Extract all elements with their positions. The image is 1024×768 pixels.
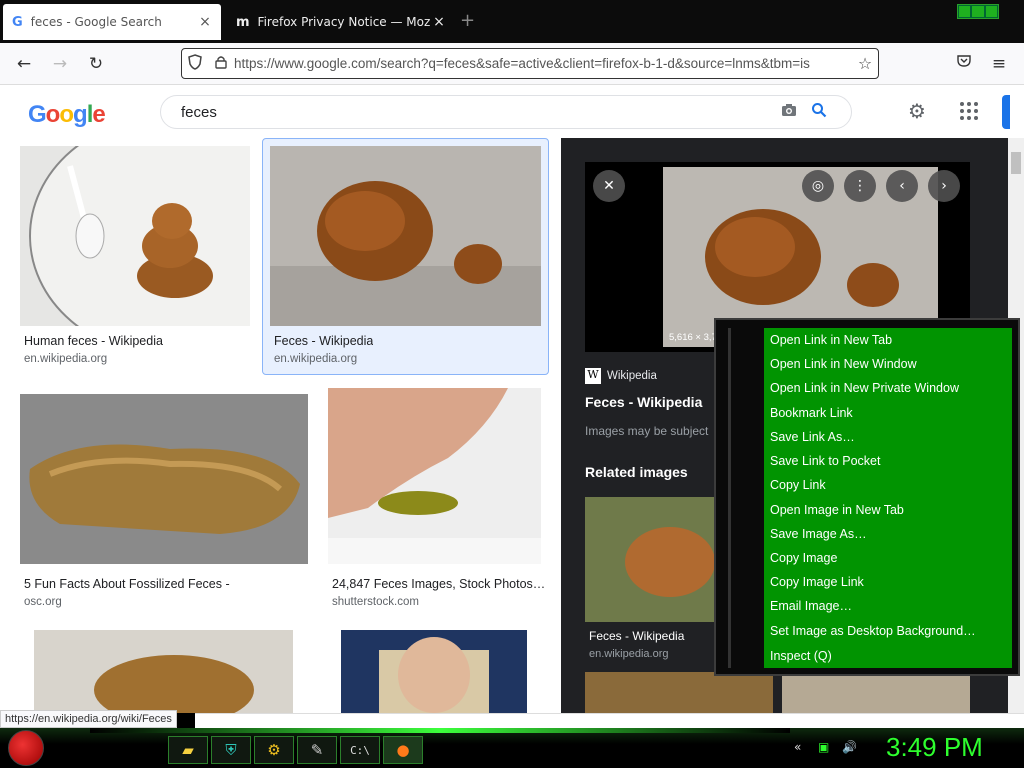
lens-icon[interactable]: ◎	[802, 170, 834, 202]
navigation-bar: ← → ↻ https://www.google.com/search?q=fe…	[0, 43, 1024, 85]
taskbar-clock[interactable]: 3:49 PM	[886, 732, 983, 763]
menu-item-copy-image-link[interactable]: Copy Image Link	[770, 575, 864, 589]
window-controls[interactable]	[957, 4, 999, 19]
start-button[interactable]	[8, 730, 44, 766]
forward-button[interactable]: →	[49, 54, 71, 74]
camera-icon[interactable]	[781, 103, 811, 121]
tab-title: Firefox Privacy Notice — Mozilla	[257, 15, 431, 29]
related-caption[interactable]: Feces - Wikipedia	[589, 629, 684, 643]
more-options-icon[interactable]: ⋮	[844, 170, 876, 202]
status-link-preview: https://en.wikipedia.org/wiki/Feces	[0, 710, 177, 728]
result-image[interactable]	[341, 630, 527, 713]
result-source[interactable]: shutterstock.com	[332, 596, 419, 608]
related-image[interactable]	[782, 672, 970, 713]
settings-gear-icon[interactable]: ⚙	[908, 99, 926, 123]
reload-button[interactable]: ↻	[85, 54, 107, 74]
result-image[interactable]	[270, 146, 541, 326]
bookmark-star-icon[interactable]: ☆	[852, 54, 878, 73]
menu-item-open-image-new-tab[interactable]: Open Image in New Tab	[770, 503, 904, 517]
menu-item-open-link-new-tab[interactable]: Open Link in New Tab	[770, 333, 892, 347]
close-tab-icon[interactable]: ×	[197, 14, 213, 30]
menu-item-copy-image[interactable]: Copy Image	[770, 551, 837, 565]
previous-image-icon[interactable]: ‹	[886, 170, 918, 202]
related-image[interactable]	[585, 672, 773, 713]
desktop-screen: G feces - Google Search × m Firefox Priv…	[0, 0, 1024, 768]
menu-item-set-desktop-background[interactable]: Set Image as Desktop Background…	[770, 624, 976, 638]
result-image[interactable]	[20, 394, 308, 564]
search-icon[interactable]	[811, 102, 851, 122]
menu-item-save-link-pocket[interactable]: Save Link to Pocket	[770, 454, 880, 468]
lock-icon[interactable]	[208, 55, 234, 73]
tools-app-icon[interactable]: ✎	[297, 736, 337, 764]
menu-item-inspect[interactable]: Inspect (Q)	[770, 649, 832, 663]
tab-firefox-privacy[interactable]: m Firefox Privacy Notice — Mozilla ×	[230, 4, 455, 40]
shield-icon[interactable]	[182, 53, 208, 74]
menu-item-email-image[interactable]: Email Image…	[770, 599, 852, 613]
result-image[interactable]	[20, 146, 250, 326]
google-logo[interactable]: Google	[28, 101, 106, 129]
tab-title: feces - Google Search	[30, 15, 162, 29]
tab-google-search[interactable]: G feces - Google Search ×	[3, 4, 221, 40]
image-result[interactable]: 5 Fun Facts About Fossilized Feces - osc…	[20, 394, 308, 608]
pocket-icon[interactable]	[953, 54, 975, 71]
close-tab-icon[interactable]: ×	[431, 14, 447, 30]
new-tab-button[interactable]: +	[460, 10, 475, 31]
menu-item-copy-link[interactable]: Copy Link	[770, 478, 826, 492]
network-tray-icon[interactable]: ▣	[818, 740, 829, 754]
result-caption[interactable]: Human feces - Wikipedia	[24, 334, 163, 348]
menu-item-save-link-as[interactable]: Save Link As…	[770, 430, 855, 444]
menu-item-open-link-private-window[interactable]: Open Link in New Private Window	[770, 381, 959, 395]
search-input[interactable]: feces	[181, 104, 781, 121]
firefox-taskbar-icon[interactable]: ●	[383, 736, 423, 764]
result-image[interactable]	[328, 388, 541, 564]
related-images-heading: Related images	[585, 464, 688, 480]
menu-item-open-link-new-window[interactable]: Open Link in New Window	[770, 357, 917, 371]
next-image-icon[interactable]: ›	[928, 170, 960, 202]
url-text[interactable]: https://www.google.com/search?q=feces&sa…	[234, 56, 852, 71]
copyright-notice: Images may be subject	[585, 424, 709, 438]
image-result[interactable]: Feces - Wikipedia en.wikipedia.org	[270, 146, 541, 376]
shield-app-icon[interactable]: ⛨	[211, 736, 251, 764]
file-manager-icon[interactable]: ▰	[168, 736, 208, 764]
source-site[interactable]: W Wikipedia	[585, 368, 657, 384]
back-arrow-tray-icon[interactable]: «	[794, 740, 801, 754]
menu-item-bookmark-link[interactable]: Bookmark Link	[770, 406, 853, 420]
result-caption[interactable]: 5 Fun Facts About Fossilized Feces -	[24, 577, 230, 591]
google-header: Google feces ⚙	[0, 85, 1024, 137]
image-result[interactable]: Human feces - Wikipedia en.wikipedia.org	[20, 146, 250, 376]
horizontal-scrollbar[interactable]	[195, 713, 1024, 728]
close-preview-icon[interactable]: ✕	[593, 170, 625, 202]
result-source[interactable]: en.wikipedia.org	[24, 353, 107, 365]
menu-button[interactable]: ≡	[988, 54, 1010, 74]
search-box[interactable]: feces	[160, 95, 852, 129]
result-source[interactable]: osc.org	[24, 596, 62, 608]
result-caption[interactable]: Feces - Wikipedia	[274, 334, 373, 348]
settings-app-icon[interactable]: ⚙	[254, 736, 294, 764]
related-image[interactable]	[585, 497, 715, 622]
wikipedia-icon: W	[585, 368, 601, 384]
url-bar[interactable]: https://www.google.com/search?q=feces&sa…	[181, 48, 879, 79]
result-image[interactable]	[34, 630, 293, 713]
menu-item-save-image-as[interactable]: Save Image As…	[770, 527, 867, 541]
result-caption[interactable]: 24,847 Feces Images, Stock Photos…	[332, 577, 545, 591]
volume-tray-icon[interactable]: 🔊	[842, 740, 857, 754]
sign-in-button[interactable]	[1002, 95, 1010, 129]
google-favicon-icon: G	[12, 14, 23, 30]
terminal-icon[interactable]: C:\	[340, 736, 380, 764]
context-menu: Open Link in New Tab Open Link in New Wi…	[714, 318, 1020, 676]
image-result[interactable]: 24,847 Feces Images, Stock Photos… shutt…	[328, 388, 545, 608]
mozilla-favicon-icon: m	[236, 14, 250, 30]
tab-strip: G feces - Google Search × m Firefox Priv…	[0, 0, 1024, 43]
related-source[interactable]: en.wikipedia.org	[589, 648, 669, 660]
preview-title[interactable]: Feces - Wikipedia	[585, 394, 702, 410]
back-button[interactable]: ←	[13, 54, 35, 74]
result-source[interactable]: en.wikipedia.org	[274, 353, 357, 365]
apps-grid-icon[interactable]	[960, 102, 978, 120]
taskbar: ▰ ⛨ ⚙ ✎ C:\ ● « ▣ 🔊 3:49 PM	[0, 728, 1024, 768]
source-site-name: Wikipedia	[607, 370, 657, 382]
